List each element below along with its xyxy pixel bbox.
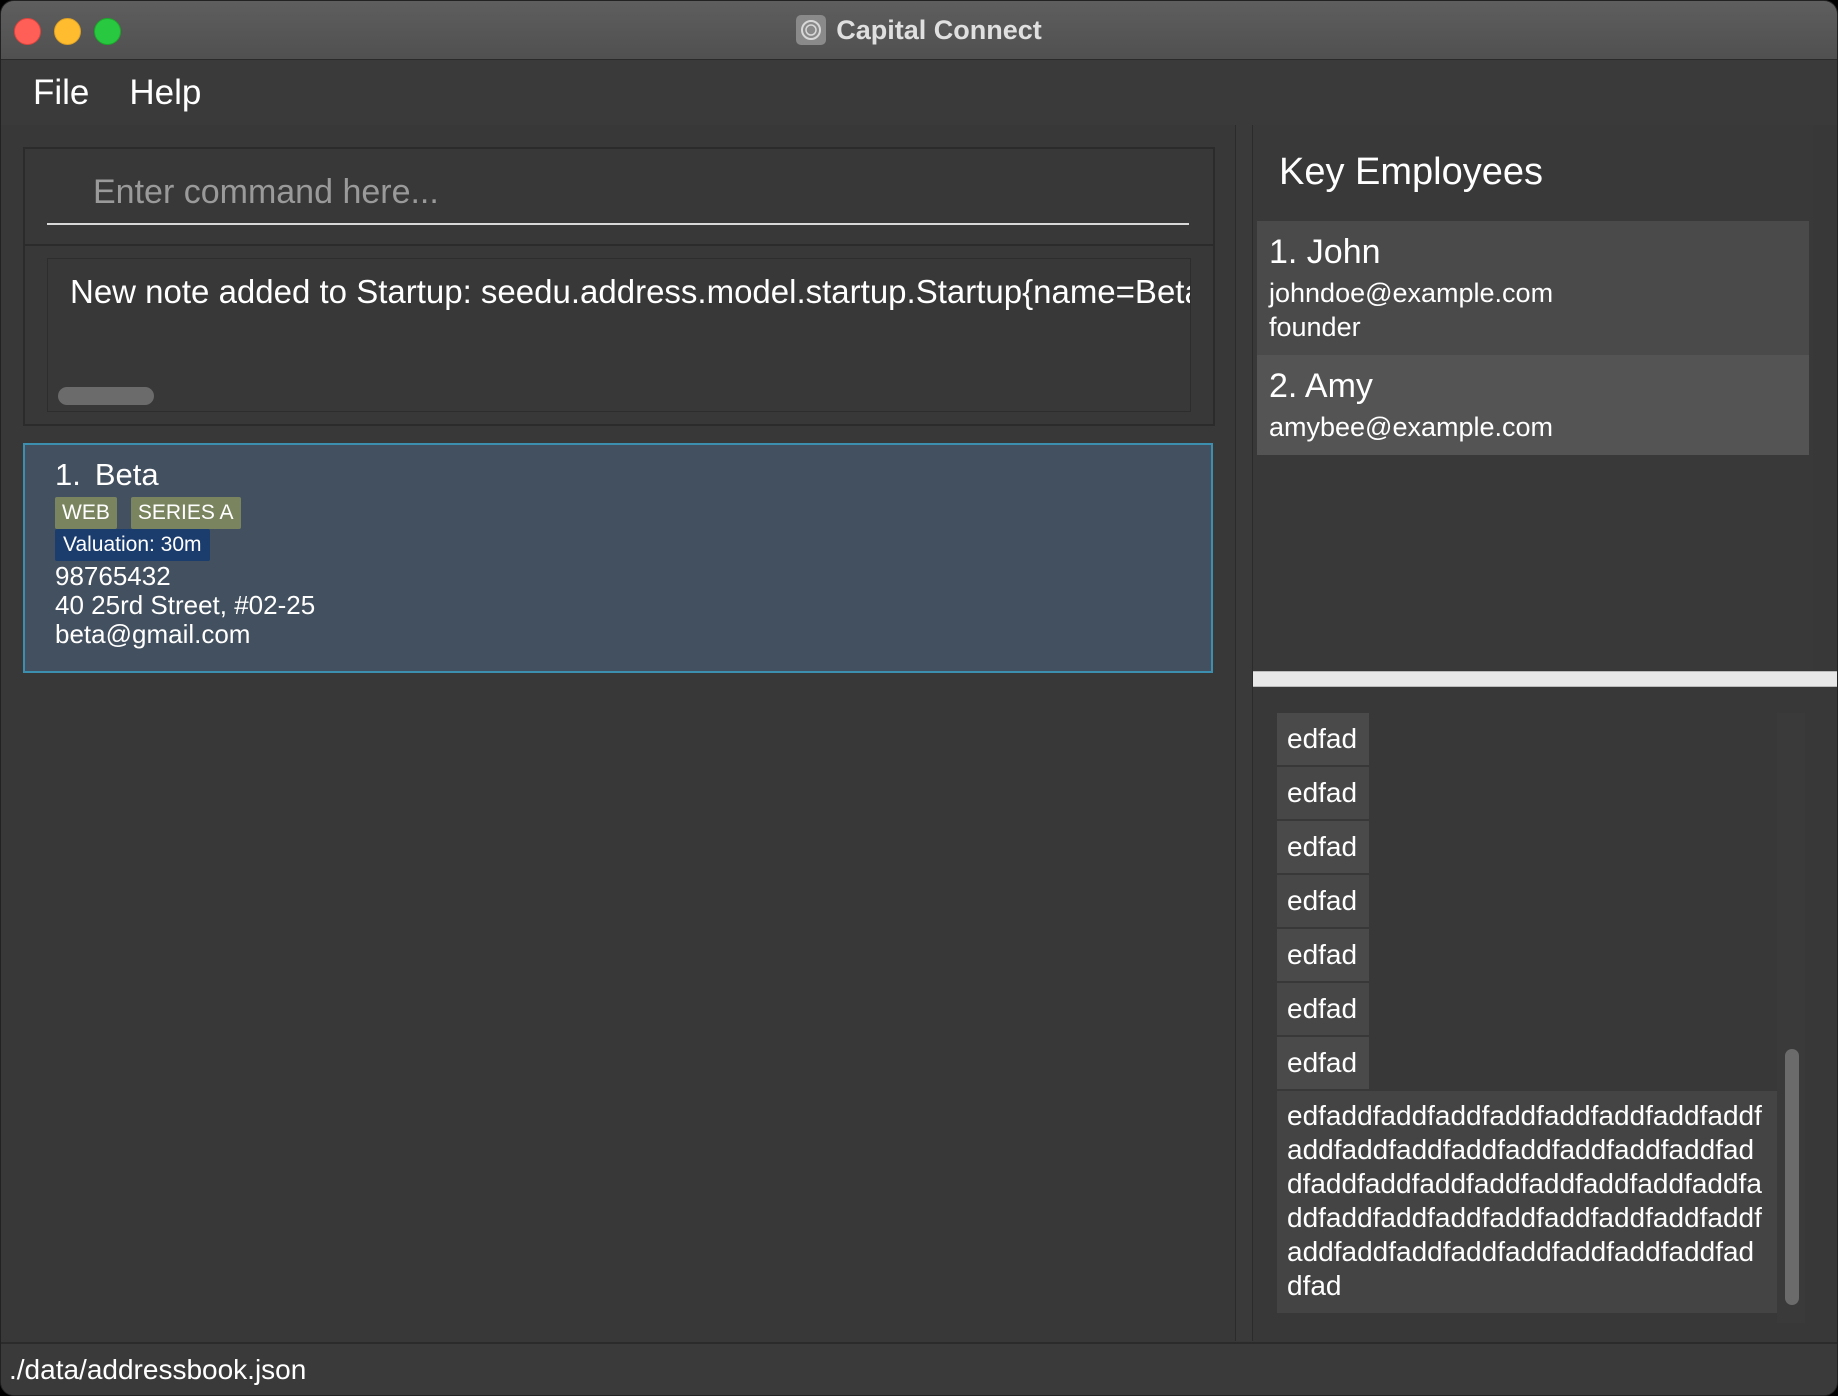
result-horizontal-scrollbar[interactable] bbox=[58, 387, 154, 405]
funding-stage-tag: SERIES A bbox=[130, 497, 241, 529]
notes-panel: edfad edfad edfad edfad edfad edfad edfa… bbox=[1253, 699, 1837, 1341]
status-bar: ./data/addressbook.json bbox=[1, 1342, 1837, 1395]
key-employees-title: Key Employees bbox=[1279, 151, 1544, 193]
menu-help[interactable]: Help bbox=[129, 73, 201, 113]
notes-vertical-scrollbar[interactable] bbox=[1785, 1049, 1799, 1305]
window-title: Capital Connect bbox=[836, 14, 1042, 45]
employee-card[interactable]: 1. John johndoe@example.com founder bbox=[1257, 221, 1809, 355]
startup-name-row: 1. Beta bbox=[55, 457, 159, 493]
startup-index: 1. bbox=[55, 457, 81, 492]
notes-list: edfad edfad edfad edfad edfad edfad edfa… bbox=[1277, 713, 1777, 1313]
note-item[interactable]: edfad bbox=[1277, 713, 1369, 765]
startup-tags: WEB SERIES A bbox=[55, 497, 255, 529]
note-item[interactable]: edfad bbox=[1277, 821, 1369, 873]
app-logo-icon bbox=[796, 15, 827, 45]
startup-card[interactable]: 1. Beta WEB SERIES A Valuation: 30m 98765… bbox=[23, 443, 1213, 673]
note-item[interactable]: edfad bbox=[1277, 929, 1369, 981]
startup-email: beta@gmail.com bbox=[55, 619, 251, 649]
note-item-long[interactable]: edfaddfaddfaddfaddfaddfaddfaddfaddfaddfa… bbox=[1277, 1091, 1777, 1313]
vertical-splitter[interactable] bbox=[1235, 125, 1253, 1341]
command-box bbox=[23, 147, 1215, 247]
app-window: Capital Connect File Help New note added… bbox=[0, 0, 1838, 1396]
menu-file[interactable]: File bbox=[33, 73, 89, 113]
result-message: New note added to Startup: seedu.address… bbox=[70, 273, 1191, 310]
menu-bar: File Help bbox=[1, 60, 1837, 125]
employee-email: amybee@example.com bbox=[1269, 412, 1554, 442]
startup-address: 40 25rd Street, #02-25 bbox=[55, 590, 316, 620]
command-input[interactable] bbox=[47, 161, 1189, 225]
startup-phone: 98765432 bbox=[55, 561, 171, 591]
valuation-badge: Valuation: 30m bbox=[55, 529, 210, 561]
employee-name: 2. Amy bbox=[1269, 367, 1373, 405]
employee-role: founder bbox=[1269, 312, 1361, 342]
startup-name: Beta bbox=[94, 457, 159, 492]
note-item[interactable]: edfad bbox=[1277, 1037, 1369, 1089]
details-pane: Key Employees 1. John johndoe@example.co… bbox=[1253, 125, 1837, 1341]
result-display: New note added to Startup: seedu.address… bbox=[23, 244, 1215, 426]
result-text-area[interactable]: New note added to Startup: seedu.address… bbox=[47, 258, 1191, 412]
save-file-path: ./data/addressbook.json bbox=[9, 1354, 307, 1385]
employee-name: 1. John bbox=[1269, 233, 1381, 271]
note-item[interactable]: edfad bbox=[1277, 983, 1369, 1035]
employee-card[interactable]: 2. Amy amybee@example.com bbox=[1257, 355, 1809, 455]
title-bar: Capital Connect bbox=[1, 1, 1837, 60]
employee-email: johndoe@example.com bbox=[1269, 278, 1554, 308]
horizontal-splitter[interactable] bbox=[1253, 671, 1837, 687]
startup-pane: New note added to Startup: seedu.address… bbox=[1, 125, 1235, 1341]
note-item[interactable]: edfad bbox=[1277, 767, 1369, 819]
note-item[interactable]: edfad bbox=[1277, 875, 1369, 927]
window-title-group: Capital Connect bbox=[1, 1, 1837, 59]
key-employees-panel: Key Employees 1. John johndoe@example.co… bbox=[1253, 125, 1813, 670]
industry-tag: WEB bbox=[55, 497, 117, 529]
